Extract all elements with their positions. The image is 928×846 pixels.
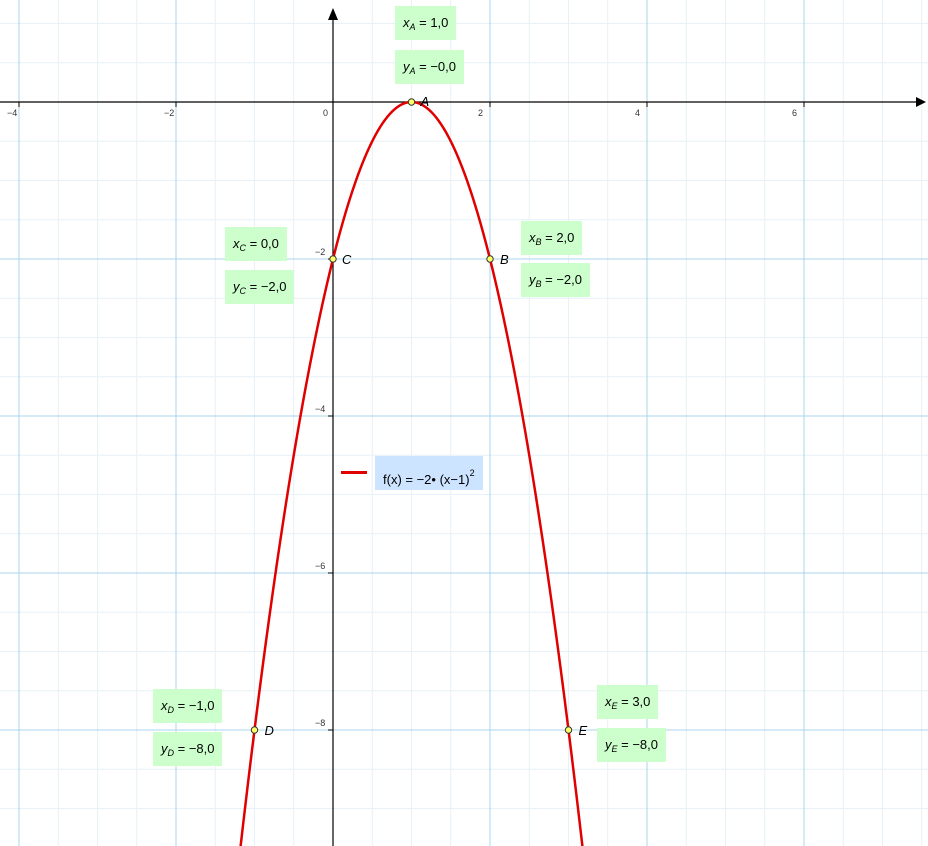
value-text: = −0,0 bbox=[415, 59, 456, 74]
box-xA: xA = 1,0 bbox=[395, 6, 457, 40]
x-tick-label: −4 bbox=[7, 108, 17, 118]
point-b[interactable] bbox=[486, 255, 494, 263]
x-tick-label: 4 bbox=[635, 108, 640, 118]
tick-labels: −4 −2 0 2 4 6 −2 −4 −6 −8 bbox=[7, 108, 797, 728]
x-tick-label: −2 bbox=[164, 108, 174, 118]
x-tick-label: 2 bbox=[478, 108, 483, 118]
point-label-d: D bbox=[265, 723, 274, 738]
box-yD: yD = −8,0 bbox=[153, 732, 223, 766]
box-yA: yA = −0,0 bbox=[395, 50, 464, 84]
y-tick-label: −4 bbox=[315, 404, 325, 414]
value-text: = −8,0 bbox=[617, 737, 658, 752]
point-label-b: B bbox=[500, 252, 509, 267]
box-yE: yE = −8,0 bbox=[597, 728, 666, 762]
point-label-c: C bbox=[342, 252, 352, 267]
point-a[interactable] bbox=[407, 98, 416, 106]
graph-canvas[interactable]: −4 −2 0 2 4 6 −2 −4 −6 −8 A B C D E bbox=[0, 0, 928, 846]
box-yC: yC = −2,0 bbox=[225, 270, 295, 304]
value-text: = 0,0 bbox=[246, 236, 279, 251]
x-tick-label: 6 bbox=[792, 108, 797, 118]
point-e[interactable] bbox=[564, 726, 573, 734]
point-d[interactable] bbox=[250, 726, 259, 734]
value-text: = −2,0 bbox=[246, 279, 287, 294]
legend-line bbox=[341, 471, 367, 474]
box-xE: xE = 3,0 bbox=[597, 685, 659, 719]
y-axis-arrow-icon bbox=[328, 8, 338, 20]
box-xD: xD = −1,0 bbox=[153, 689, 223, 723]
x-tick-label: 0 bbox=[323, 108, 328, 118]
box-xC: xC = 0,0 bbox=[225, 227, 287, 261]
minor-grid bbox=[0, 0, 928, 846]
y-tick-label: −2 bbox=[315, 247, 325, 257]
value-text: = −2,0 bbox=[541, 272, 582, 287]
value-text: = −1,0 bbox=[174, 698, 215, 713]
function-text: f(x) = −2• (x−1) bbox=[383, 472, 470, 487]
function-label[interactable]: f(x) = −2• (x−1)2 bbox=[375, 456, 483, 490]
value-text: = 3,0 bbox=[617, 694, 651, 709]
value-text: = 1,0 bbox=[415, 15, 449, 30]
value-text: = 2,0 bbox=[541, 230, 575, 245]
point-c[interactable] bbox=[329, 255, 337, 263]
x-axis-arrow-icon bbox=[916, 97, 926, 107]
major-grid bbox=[0, 0, 928, 846]
function-exponent: 2 bbox=[469, 468, 475, 478]
box-yB: yB = −2,0 bbox=[521, 263, 590, 297]
point-label-e: E bbox=[579, 723, 588, 738]
point-label-a: A bbox=[420, 94, 430, 109]
box-xB: xB = 2,0 bbox=[521, 221, 583, 255]
y-tick-label: −6 bbox=[315, 561, 325, 571]
axes bbox=[0, 8, 926, 846]
value-text: = −8,0 bbox=[174, 741, 215, 756]
y-tick-label: −8 bbox=[315, 718, 325, 728]
